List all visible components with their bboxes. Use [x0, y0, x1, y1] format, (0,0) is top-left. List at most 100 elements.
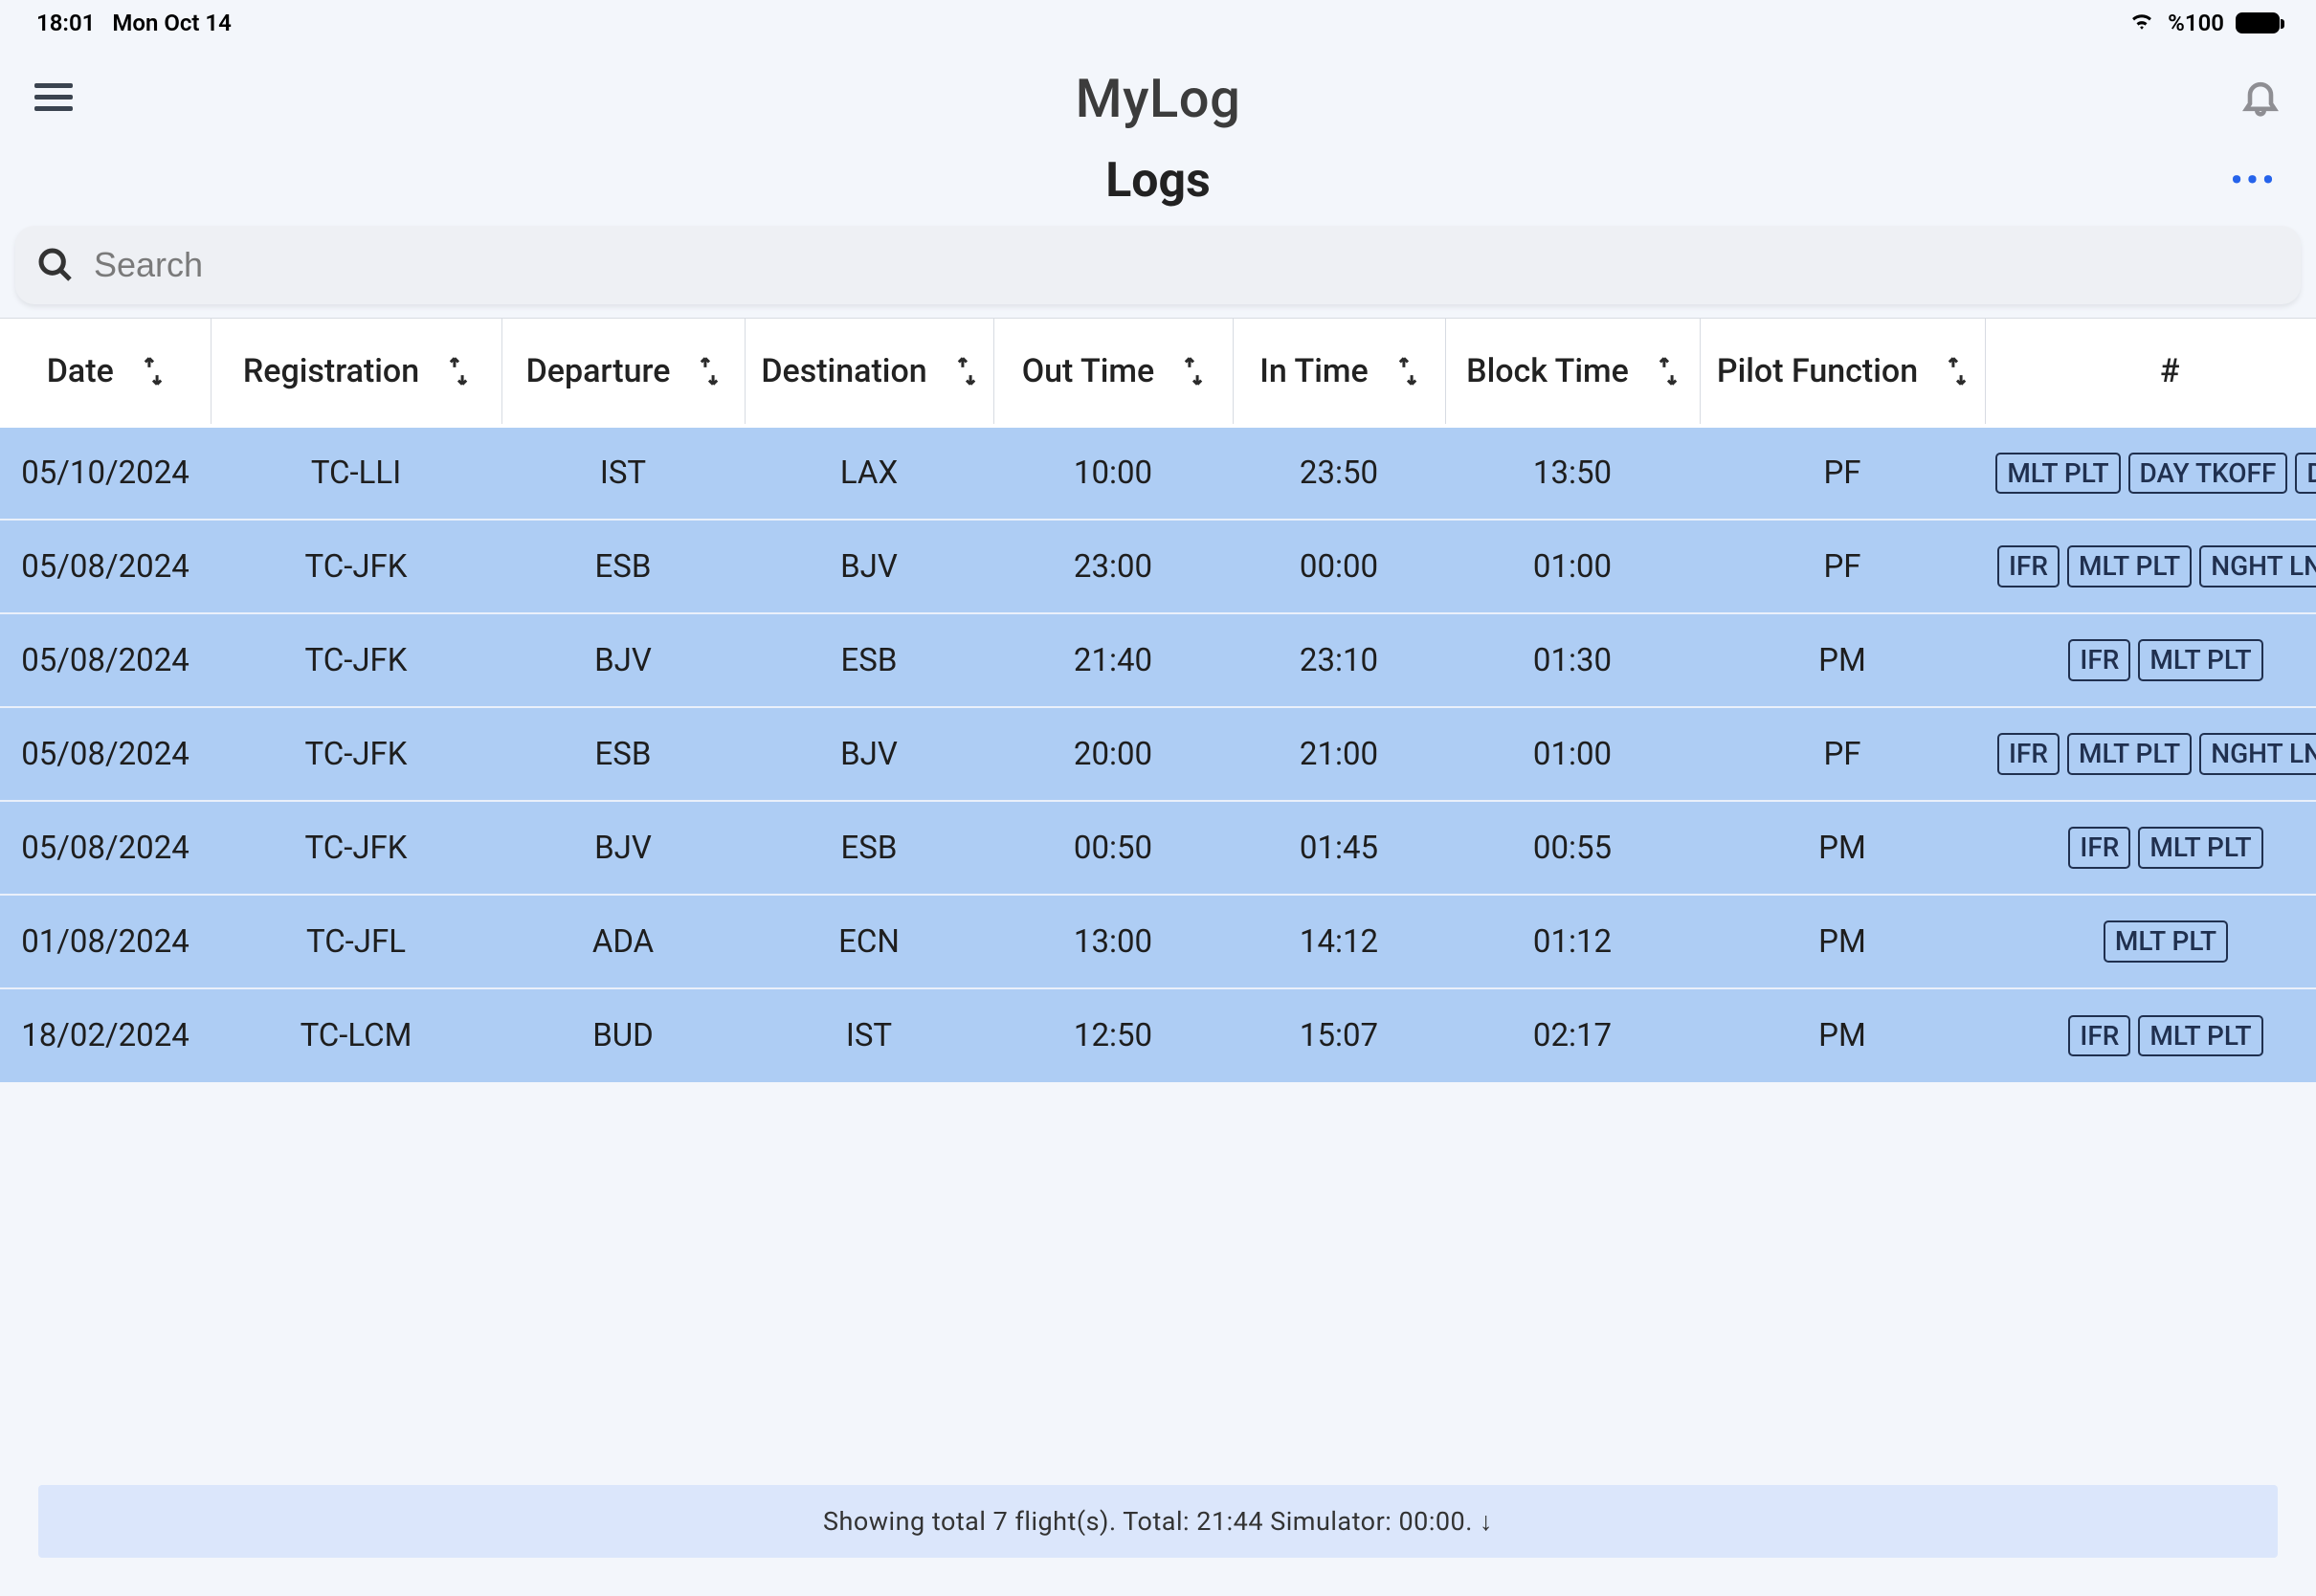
- tag-badge: MLT PLT: [1995, 453, 2120, 495]
- table-row[interactable]: 05/08/2024TC-JFKESBBJV23:0000:0001:00PFI…: [0, 520, 2316, 613]
- column-header[interactable]: Date: [0, 319, 211, 426]
- table-row[interactable]: 18/02/2024TC-LCMBUDIST12:5015:0702:17PMI…: [0, 988, 2316, 1082]
- cell-dep: IST: [501, 426, 745, 520]
- cell-dest: IST: [745, 988, 993, 1082]
- table-row[interactable]: 01/08/2024TC-JFLADAECN13:0014:1201:12PMM…: [0, 895, 2316, 988]
- cell-func: PM: [1700, 988, 1985, 1082]
- column-header[interactable]: Destination: [745, 319, 993, 426]
- tag-badge: MLT PLT: [2138, 1015, 2262, 1057]
- cell-date: 05/08/2024: [0, 520, 211, 613]
- cell-func: PF: [1700, 426, 1985, 520]
- column-label: Destination: [761, 352, 926, 390]
- cell-reg: TC-JFK: [211, 707, 501, 801]
- cell-func: PM: [1700, 895, 1985, 988]
- column-label: Pilot Function: [1717, 352, 1918, 390]
- cell-tags: IFRMLT PLT: [1985, 988, 2316, 1082]
- cell-tags: IFRMLT PLT: [1985, 613, 2316, 707]
- cell-block: 00:55: [1445, 801, 1700, 895]
- cell-dest: ESB: [745, 801, 993, 895]
- sort-icon: [956, 357, 977, 386]
- battery-icon: [2236, 12, 2280, 33]
- cell-out: 00:50: [993, 801, 1233, 895]
- table-row[interactable]: 05/08/2024TC-JFKBJVESB21:4023:1001:30PMI…: [0, 613, 2316, 707]
- cell-dep: ESB: [501, 707, 745, 801]
- cell-date: 05/10/2024: [0, 426, 211, 520]
- cell-dep: BJV: [501, 613, 745, 707]
- cell-out: 21:40: [993, 613, 1233, 707]
- cell-in: 23:10: [1233, 613, 1445, 707]
- app-title: MyLog: [1076, 67, 1241, 130]
- search-icon: [36, 246, 75, 284]
- column-header: #: [1985, 319, 2316, 426]
- cell-out: 10:00: [993, 426, 1233, 520]
- search-input[interactable]: [94, 245, 2280, 285]
- notifications-button[interactable]: [2239, 76, 2282, 122]
- tag-badge: MLT PLT: [2138, 639, 2262, 681]
- column-label: In Time: [1259, 352, 1368, 390]
- column-header[interactable]: Pilot Function: [1700, 319, 1985, 426]
- cell-in: 21:00: [1233, 707, 1445, 801]
- sort-icon: [1947, 357, 1968, 386]
- column-header[interactable]: Registration: [211, 319, 501, 426]
- cell-reg: TC-JFL: [211, 895, 501, 988]
- table-row[interactable]: 05/08/2024TC-JFKBJVESB00:5001:4500:55PMI…: [0, 801, 2316, 895]
- tag-badge: NGHT LN: [2199, 545, 2316, 587]
- search-bar[interactable]: [15, 226, 2301, 304]
- tag-badge: MLT PLT: [2138, 827, 2262, 869]
- cell-out: 20:00: [993, 707, 1233, 801]
- cell-tags: IFRMLT PLTNGHT LN: [1985, 520, 2316, 613]
- cell-reg: TC-JFK: [211, 520, 501, 613]
- page-title: Logs: [1105, 153, 1211, 209]
- cell-block: 01:12: [1445, 895, 1700, 988]
- tag-badge: NGHT LN: [2199, 733, 2316, 775]
- cell-dest: LAX: [745, 426, 993, 520]
- table-row[interactable]: 05/08/2024TC-JFKESBBJV20:0021:0001:00PFI…: [0, 707, 2316, 801]
- cell-in: 15:07: [1233, 988, 1445, 1082]
- column-label: Registration: [243, 352, 419, 390]
- menu-button[interactable]: [34, 81, 73, 116]
- column-header[interactable]: In Time: [1233, 319, 1445, 426]
- tag-badge: MLT PLT: [2104, 920, 2228, 963]
- cell-tags: IFRMLT PLTNGHT LN: [1985, 707, 2316, 801]
- tag-badge: MLT PLT: [2067, 545, 2192, 587]
- column-label: Departure: [526, 352, 671, 390]
- logs-table: Date Registration Departure Destination Out …: [0, 319, 2316, 1082]
- cell-dep: BUD: [501, 988, 745, 1082]
- column-header[interactable]: Block Time: [1445, 319, 1700, 426]
- tag-badge: IFR: [2068, 639, 2130, 681]
- cell-dest: BJV: [745, 707, 993, 801]
- status-date: Mon Oct 14: [112, 10, 231, 36]
- column-header[interactable]: Departure: [501, 319, 745, 426]
- cell-func: PM: [1700, 801, 1985, 895]
- table-row[interactable]: 05/10/2024TC-LLIISTLAX10:0023:5013:50PFM…: [0, 426, 2316, 520]
- tag-badge: IFR: [1997, 545, 2060, 587]
- column-label: Out Time: [1022, 352, 1155, 390]
- cell-block: 01:00: [1445, 707, 1700, 801]
- tag-badge: IFR: [2068, 827, 2130, 869]
- status-time: 18:01: [36, 10, 95, 36]
- cell-in: 23:50: [1233, 426, 1445, 520]
- sort-icon: [1397, 357, 1418, 386]
- cell-tags: MLT PLT: [1985, 895, 2316, 988]
- device-status-bar: 18:01 Mon Oct 14 %100: [0, 0, 2316, 38]
- more-options-button[interactable]: •••: [2231, 162, 2282, 200]
- sort-icon: [699, 357, 720, 386]
- cell-dest: ESB: [745, 613, 993, 707]
- tag-badge: IFR: [2068, 1015, 2130, 1057]
- cell-dep: ADA: [501, 895, 745, 988]
- cell-block: 13:50: [1445, 426, 1700, 520]
- column-label: Date: [47, 352, 114, 390]
- sort-icon: [143, 357, 164, 386]
- column-label: Block Time: [1466, 352, 1629, 390]
- cell-out: 23:00: [993, 520, 1233, 613]
- cell-in: 14:12: [1233, 895, 1445, 988]
- cell-block: 01:00: [1445, 520, 1700, 613]
- wifi-icon: [2127, 10, 2156, 36]
- tag-badge: D: [2295, 453, 2316, 495]
- column-header[interactable]: Out Time: [993, 319, 1233, 426]
- cell-dest: ECN: [745, 895, 993, 988]
- logs-table-container[interactable]: Date Registration Departure Destination Out …: [0, 318, 2316, 1082]
- sort-icon: [448, 357, 469, 386]
- cell-out: 13:00: [993, 895, 1233, 988]
- summary-bar[interactable]: Showing total 7 flight(s). Total: 21:44 …: [38, 1485, 2278, 1558]
